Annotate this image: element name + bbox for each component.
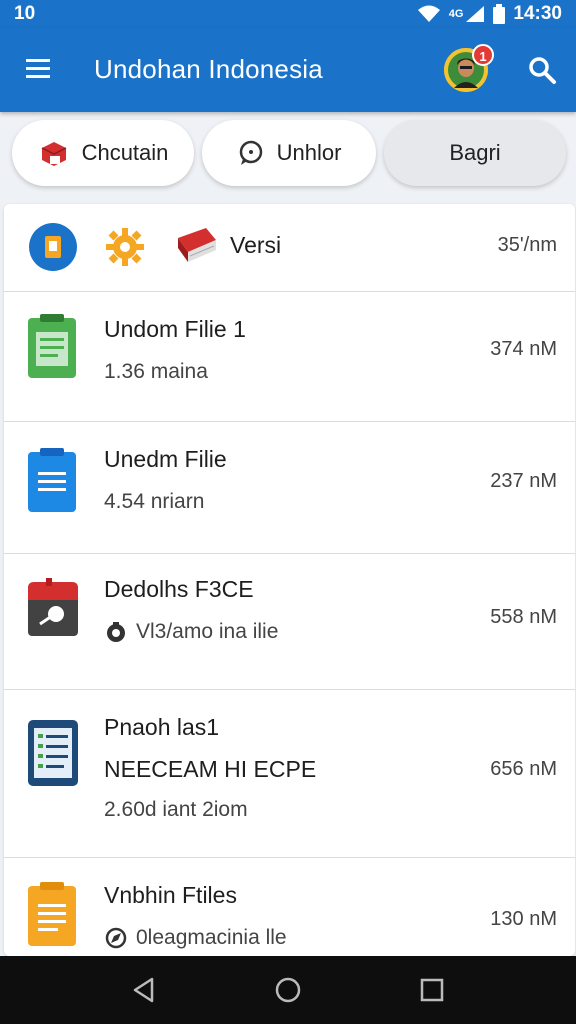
file-size: 656 nM: [490, 758, 557, 780]
status-icons: 4G 14:30: [417, 3, 562, 25]
file-subtitle: 4.54 nriarn: [104, 490, 205, 513]
file-title: Undom Filie 1: [104, 316, 246, 342]
menu-icon[interactable]: [24, 56, 54, 82]
file-size: 558 nM: [490, 606, 557, 628]
search-icon[interactable]: [526, 54, 558, 86]
recents-icon[interactable]: [418, 976, 446, 1004]
list-item[interactable]: Vnbhin Ftiles 0leagmacinia lle 130 nM: [4, 858, 575, 956]
list-header-row[interactable]: Versi 35'/nm: [4, 204, 575, 292]
list-item[interactable]: Unedm Filie 4.54 nriarn 237 nM: [4, 422, 575, 554]
home-icon[interactable]: [274, 976, 302, 1004]
signal-icon: 4G: [449, 5, 486, 23]
status-bar: 10 4G 14:30: [0, 0, 576, 28]
file-size: 374 nM: [490, 338, 557, 360]
list-item[interactable]: Undom Filie 1 1.36 maina 374 nM: [4, 292, 575, 422]
chip-unhlor[interactable]: Unhlor: [202, 120, 376, 186]
file-title-line2: NEECEAM HI ECPE: [104, 756, 317, 782]
navy-checklist-icon: [28, 720, 78, 786]
file-size: 237 nM: [490, 470, 557, 492]
compass-icon: [105, 928, 127, 949]
back-icon[interactable]: [130, 976, 158, 1004]
header-row-size: 35'/nm: [497, 234, 557, 256]
chip-bagri[interactable]: Bagri: [384, 120, 566, 186]
wifi-icon: [417, 5, 441, 23]
network-type-label: 4G: [448, 8, 464, 20]
chip-chcutain[interactable]: Chcutain: [12, 120, 194, 186]
file-subtitle: 0leagmacinia lle: [136, 926, 287, 949]
system-nav-bar: [0, 956, 576, 1024]
avatar[interactable]: 1: [444, 44, 494, 92]
chip-label: Unhlor: [276, 140, 342, 165]
file-title: Unedm Filie: [104, 446, 227, 472]
file-title: Pnaoh las1: [104, 714, 220, 740]
file-subtitle-line: 0leagmacinia lle: [104, 926, 287, 950]
battery-icon: [493, 4, 506, 24]
red-book-icon: [178, 228, 216, 262]
lock-icon: [107, 622, 125, 643]
gear-icon: [106, 228, 144, 266]
header-row-label: Versi: [230, 232, 282, 258]
status-time-left: 10: [14, 3, 36, 24]
chip-label: Chcutain: [81, 140, 169, 165]
file-subtitle: 1.36 maina: [104, 360, 208, 383]
app-title: Undohan Indonesia: [94, 54, 323, 84]
file-subtitle: 2.60d iant 2iom: [104, 798, 248, 821]
file-list: Versi 35'/nm Undom Filie 1 1.36 maina 37…: [4, 204, 575, 956]
list-item[interactable]: Dedolhs F3CE Vl3/amo ina ilie 558 nM: [4, 554, 575, 690]
file-subtitle-line: Vl3/amo ina ilie: [104, 620, 278, 644]
chat-bubble-icon: [239, 140, 262, 165]
chip-label: Bagri: [449, 140, 501, 165]
list-item[interactable]: Pnaoh las1 NEECEAM HI ECPE 2.60d iant 2i…: [4, 690, 575, 858]
file-title: Vnbhin Ftiles: [104, 882, 237, 908]
red-box-icon: [41, 142, 66, 166]
app-bar: Undohan Indonesia 1: [0, 28, 576, 112]
orange-document-icon: [28, 882, 76, 946]
file-size: 130 nM: [490, 908, 557, 930]
status-time-right: 14:30: [513, 3, 562, 24]
blue-document-icon: [28, 448, 76, 512]
file-subtitle: Vl3/amo ina ilie: [136, 620, 279, 643]
red-archive-icon: [28, 578, 78, 636]
notification-badge: 1: [472, 44, 494, 66]
file-title: Dedolhs F3CE: [104, 576, 254, 602]
green-document-icon: [28, 314, 76, 378]
blue-circle-app-icon: [29, 223, 77, 271]
